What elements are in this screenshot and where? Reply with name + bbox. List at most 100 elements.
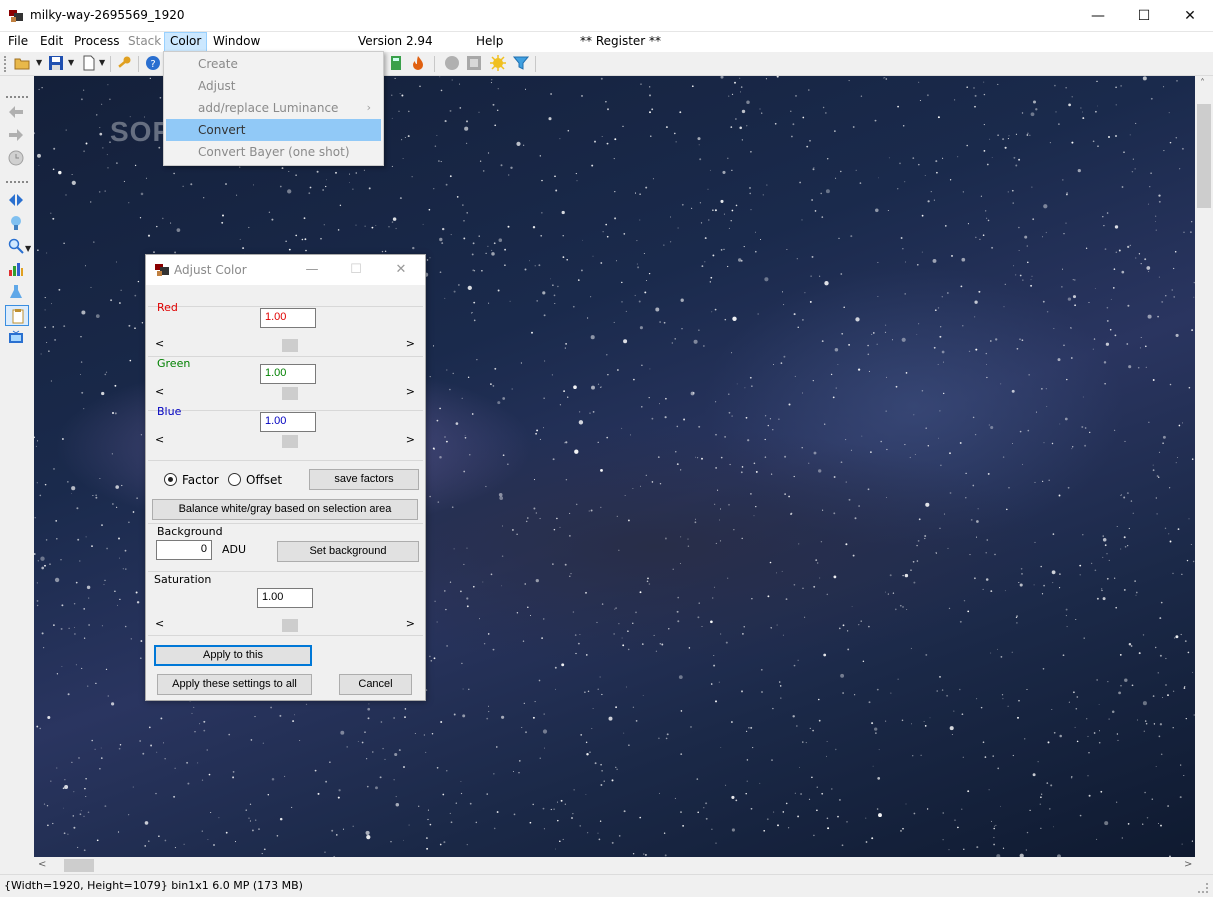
green-slider-thumb[interactable] xyxy=(282,387,298,400)
saturation-label: Saturation xyxy=(154,573,212,586)
zoom-icon[interactable] xyxy=(8,238,24,254)
saturation-slider-thumb[interactable] xyxy=(282,619,298,632)
new-document-icon[interactable] xyxy=(81,55,97,71)
menu-edit[interactable]: Edit xyxy=(35,32,68,52)
dialog-app-icon xyxy=(155,264,169,276)
minimize-button[interactable]: — xyxy=(1075,0,1121,31)
new-dropdown-icon[interactable]: ▼ xyxy=(99,58,105,67)
green-slider[interactable]: < > xyxy=(152,385,418,401)
balance-white-button[interactable]: Balance white/gray based on selection ar… xyxy=(152,499,418,520)
red-slider-thumb[interactable] xyxy=(282,339,298,352)
color-menu-luminance[interactable]: add/replace Luminance › xyxy=(166,97,381,119)
dialog-title: Adjust Color xyxy=(174,263,247,277)
horizontal-scroll-thumb[interactable] xyxy=(64,859,94,872)
slider-right-icon[interactable]: > xyxy=(406,337,415,350)
slider-left-icon[interactable]: < xyxy=(155,433,164,446)
group-divider xyxy=(148,306,423,307)
menu-bar: File Edit Process Stack Color Window Ver… xyxy=(0,32,1213,52)
resize-grip[interactable] xyxy=(1198,883,1208,893)
back-arrow-icon[interactable] xyxy=(8,104,24,120)
color-menu-create-label: Create xyxy=(198,57,238,71)
scroll-left-icon[interactable]: < xyxy=(38,859,46,870)
set-background-button[interactable]: Set background xyxy=(277,541,419,562)
histogram-icon[interactable] xyxy=(8,261,24,277)
slider-right-icon[interactable]: > xyxy=(406,433,415,446)
color-menu-adjust[interactable]: Adjust xyxy=(166,75,381,97)
slider-left-icon[interactable]: < xyxy=(155,385,164,398)
menu-file[interactable]: File xyxy=(3,32,33,52)
blue-slider-thumb[interactable] xyxy=(282,435,298,448)
flip-icon[interactable] xyxy=(8,192,24,208)
adu-label: ADU xyxy=(222,543,247,556)
menu-process[interactable]: Process xyxy=(69,32,125,52)
maximize-button[interactable]: ☐ xyxy=(1121,0,1167,31)
zoom-dropdown-icon[interactable]: ▼ xyxy=(25,244,31,253)
menu-stack[interactable]: Stack xyxy=(123,32,166,52)
flame-icon[interactable] xyxy=(410,55,426,71)
lightbulb-icon[interactable] xyxy=(8,215,24,231)
clipboard-tool[interactable] xyxy=(5,305,29,326)
save-icon[interactable] xyxy=(48,55,64,71)
adjust-color-dialog: Adjust Color — ☐ ✕ Red 1.00 < > Green 1.… xyxy=(145,254,426,701)
offset-radio[interactable] xyxy=(228,473,241,486)
menu-help[interactable]: Help xyxy=(476,32,503,52)
circle-icon[interactable] xyxy=(444,55,460,71)
apply-to-this-button[interactable]: Apply to this xyxy=(154,645,312,666)
dialog-title-bar[interactable]: Adjust Color — ☐ ✕ xyxy=(146,255,425,285)
red-value-field[interactable]: 1.00 xyxy=(260,308,316,328)
color-menu-convert-bayer[interactable]: Convert Bayer (one shot) xyxy=(166,141,381,163)
horizontal-scrollbar[interactable]: < > xyxy=(34,857,1195,874)
menu-window[interactable]: Window xyxy=(208,32,265,52)
color-menu-convert[interactable]: Convert xyxy=(166,119,381,141)
star-burst-icon[interactable] xyxy=(490,55,506,71)
cancel-button[interactable]: Cancel xyxy=(339,674,412,695)
dialog-maximize-button[interactable]: ☐ xyxy=(346,260,366,280)
menu-color[interactable]: Color xyxy=(164,32,208,52)
slider-right-icon[interactable]: > xyxy=(406,617,415,630)
status-bar: {Width=1920, Height=1079} bin1x1 6.0 MP … xyxy=(0,874,1213,897)
register-label[interactable]: ** Register ** xyxy=(580,32,661,52)
dialog-close-button[interactable]: ✕ xyxy=(391,260,411,280)
save-dropdown-icon[interactable]: ▼ xyxy=(68,58,74,67)
factor-label: Factor xyxy=(182,473,219,487)
side-toolbar-grip xyxy=(6,96,28,98)
slider-right-icon[interactable]: > xyxy=(406,385,415,398)
slider-left-icon[interactable]: < xyxy=(155,337,164,350)
saturation-slider[interactable]: < > xyxy=(152,617,418,633)
flask-icon[interactable] xyxy=(8,284,24,300)
forward-arrow-icon[interactable] xyxy=(8,127,24,143)
open-dropdown-icon[interactable]: ▼ xyxy=(36,58,42,67)
square-icon[interactable] xyxy=(466,55,482,71)
red-slider[interactable]: < > xyxy=(152,337,418,353)
tv-icon[interactable] xyxy=(8,330,24,346)
save-factors-button[interactable]: save factors xyxy=(309,469,419,490)
toolbar-separator xyxy=(434,56,435,72)
green-value-field[interactable]: 1.00 xyxy=(260,364,316,384)
submenu-arrow-icon: › xyxy=(366,101,371,114)
help-icon[interactable]: ? xyxy=(145,55,161,71)
scroll-up-icon[interactable]: ˄ xyxy=(1200,78,1205,89)
filter-icon[interactable] xyxy=(513,55,529,71)
vertical-scrollbar[interactable]: ˄ xyxy=(1195,76,1213,857)
clock-icon[interactable] xyxy=(8,150,24,166)
open-folder-icon[interactable] xyxy=(14,55,30,71)
dialog-minimize-button[interactable]: — xyxy=(302,260,322,280)
close-button[interactable]: ✕ xyxy=(1167,0,1213,31)
saturation-value-field[interactable]: 1.00 xyxy=(257,588,313,608)
color-menu-convert-label: Convert xyxy=(198,123,246,137)
clipboard-icon xyxy=(12,309,24,324)
toolbar-separator xyxy=(110,56,111,72)
vertical-scroll-thumb[interactable] xyxy=(1197,104,1211,208)
color-menu-convert-bayer-label: Convert Bayer (one shot) xyxy=(198,145,350,159)
slider-left-icon[interactable]: < xyxy=(155,617,164,630)
apply-to-all-button[interactable]: Apply these settings to all xyxy=(157,674,312,695)
scroll-right-icon[interactable]: > xyxy=(1184,859,1192,870)
color-menu-create[interactable]: Create xyxy=(166,53,381,75)
factor-radio[interactable] xyxy=(164,473,177,486)
blue-value-field[interactable]: 1.00 xyxy=(260,412,316,432)
calculator-icon[interactable] xyxy=(388,55,404,71)
background-value-field[interactable]: 0 xyxy=(156,540,212,560)
blue-slider[interactable]: < > xyxy=(152,433,418,449)
side-toolbar-grip xyxy=(6,181,28,183)
key-icon[interactable] xyxy=(116,55,132,71)
